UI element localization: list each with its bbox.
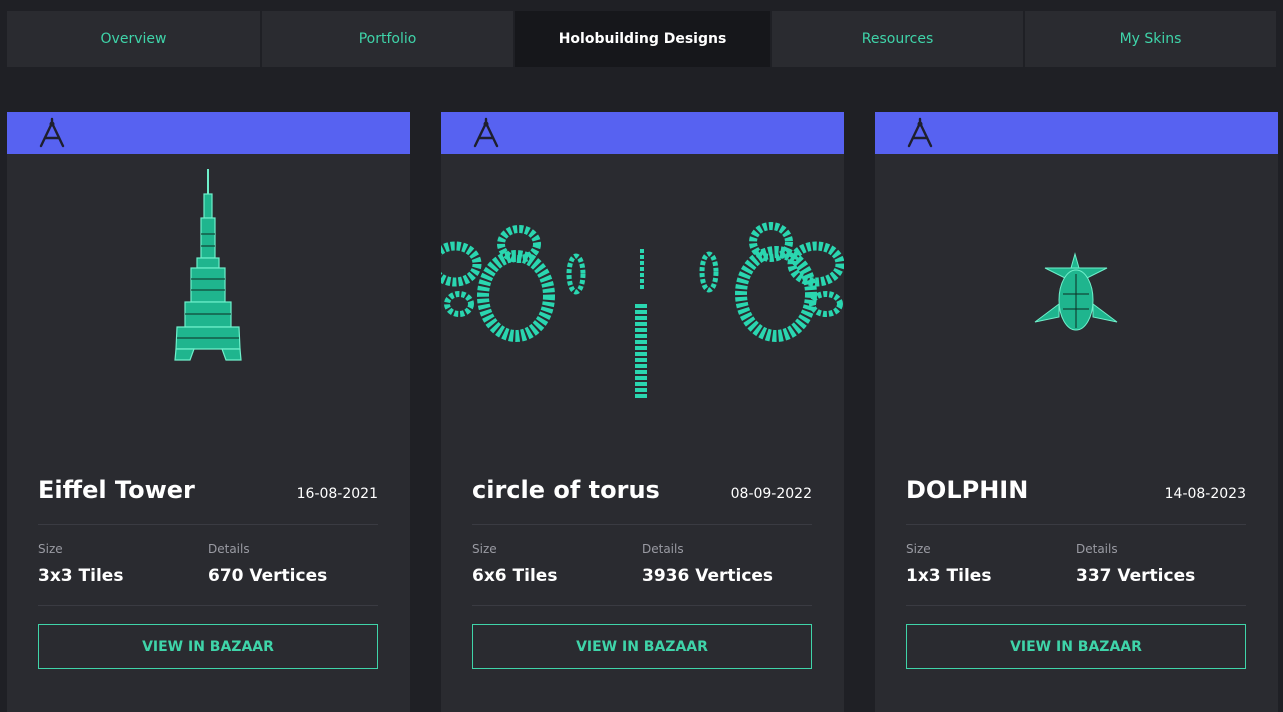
tab-overview[interactable]: Overview (7, 11, 262, 67)
tab-resources[interactable]: Resources (772, 11, 1025, 67)
view-in-bazaar-button[interactable]: VIEW IN BAZAAR (472, 624, 812, 669)
torus-circle-preview[interactable] (441, 154, 844, 454)
design-date: 16-08-2021 (296, 486, 378, 502)
tab-portfolio[interactable]: Portfolio (262, 11, 515, 67)
size-value: 6x6 Tiles (472, 566, 558, 586)
design-card: Eiffel Tower 16-08-2021 Size Details 3x3… (7, 112, 410, 712)
details-value: 670 Vertices (208, 566, 328, 586)
design-date: 14-08-2023 (1164, 486, 1246, 502)
design-card: DOLPHIN 14-08-2023 Size Details 1x3 Tile… (875, 112, 1278, 712)
compass-icon (39, 117, 65, 148)
design-title: Eiffel Tower (38, 476, 195, 504)
design-date: 08-09-2022 (730, 486, 812, 502)
divider (472, 605, 812, 606)
tab-holobuilding-designs[interactable]: Holobuilding Designs (515, 11, 772, 67)
size-label: Size (906, 542, 931, 556)
card-header (441, 112, 844, 154)
view-in-bazaar-button[interactable]: VIEW IN BAZAAR (38, 624, 378, 669)
size-value: 1x3 Tiles (906, 566, 992, 586)
dolphin-preview[interactable] (875, 154, 1278, 454)
card-header (7, 112, 410, 154)
tab-bar: Overview Portfolio Holobuilding Designs … (7, 11, 1276, 67)
details-value: 337 Vertices (1076, 566, 1196, 586)
details-label: Details (208, 542, 250, 556)
design-card: circle of torus 08-09-2022 Size Details … (441, 112, 844, 712)
divider (472, 524, 812, 525)
design-title: circle of torus (472, 476, 660, 504)
divider (38, 605, 378, 606)
tab-my-skins[interactable]: My Skins (1025, 11, 1276, 67)
divider (906, 605, 1246, 606)
size-label: Size (38, 542, 63, 556)
eiffel-tower-preview[interactable] (7, 154, 410, 454)
details-label: Details (1076, 542, 1118, 556)
size-value: 3x3 Tiles (38, 566, 124, 586)
design-title: DOLPHIN (906, 476, 1029, 504)
divider (906, 524, 1246, 525)
divider (38, 524, 378, 525)
details-value: 3936 Vertices (642, 566, 774, 586)
view-in-bazaar-button[interactable]: VIEW IN BAZAAR (906, 624, 1246, 669)
compass-icon (473, 117, 499, 148)
card-header (875, 112, 1278, 154)
compass-icon (907, 117, 933, 148)
size-label: Size (472, 542, 497, 556)
details-label: Details (642, 542, 684, 556)
